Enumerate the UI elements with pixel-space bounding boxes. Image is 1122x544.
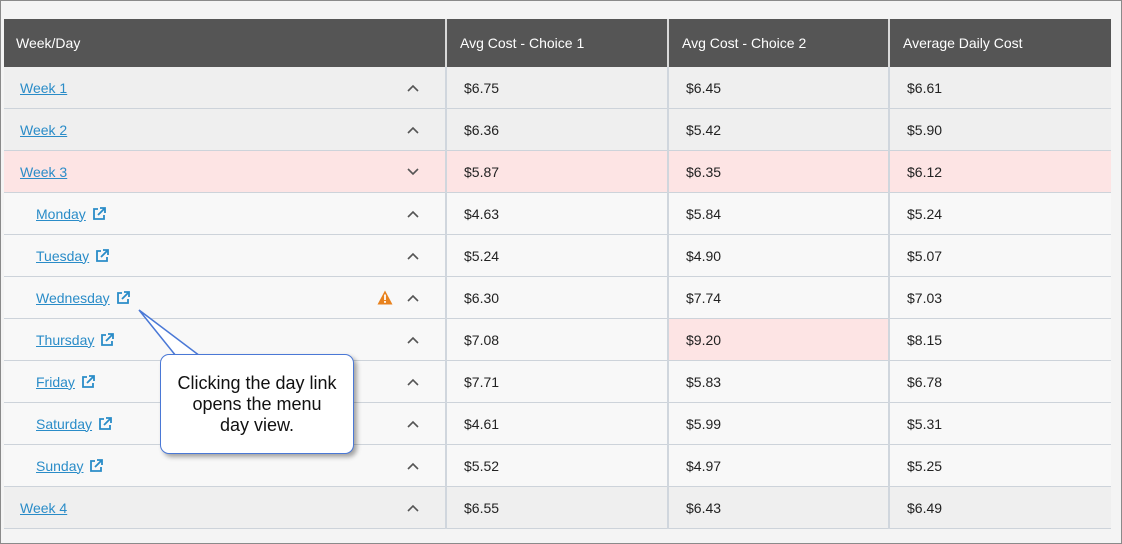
callout-pointer: [138, 309, 203, 357]
callout-tooltip: Clicking the day link opens the menu day…: [160, 354, 354, 454]
callout-text: Clicking the day link opens the menu day…: [177, 372, 337, 435]
